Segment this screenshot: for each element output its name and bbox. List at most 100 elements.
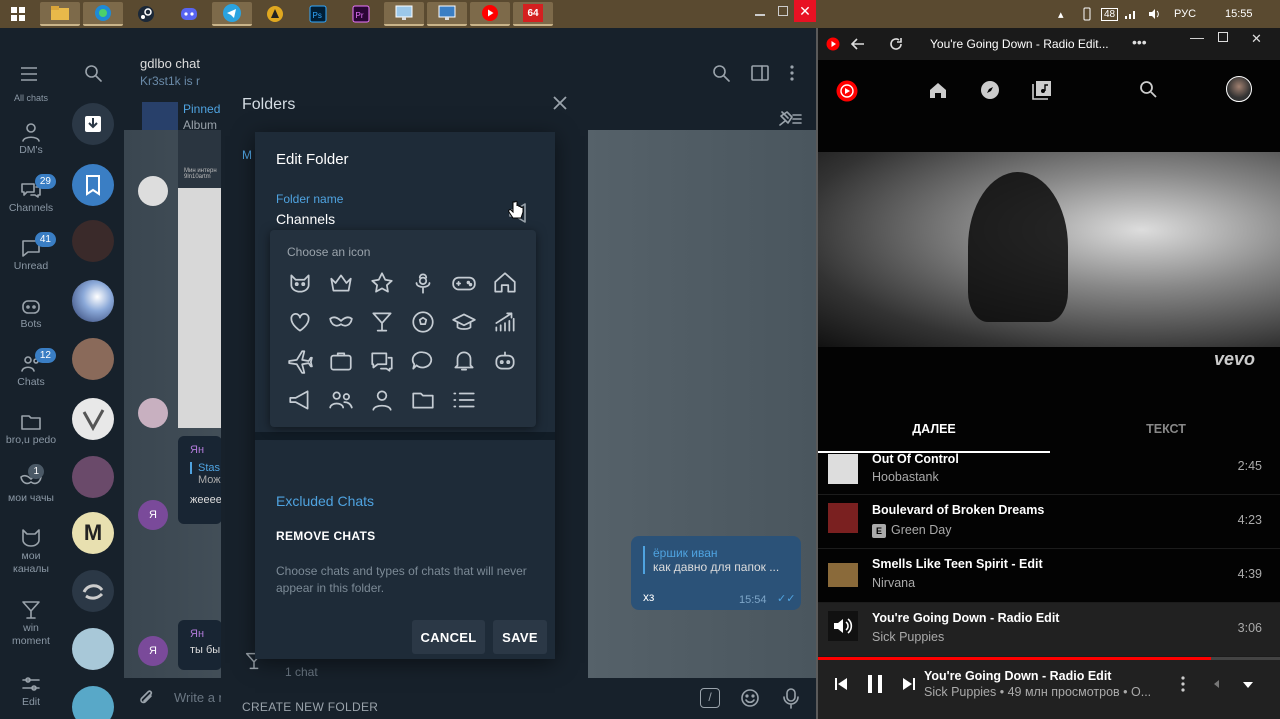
crown-icon[interactable]: [328, 270, 354, 296]
user-avatar[interactable]: Я: [138, 636, 168, 666]
chevron-down-icon[interactable]: [1242, 681, 1254, 689]
chat-avatar[interactable]: [72, 570, 114, 612]
more-vertical-icon[interactable]: [1180, 675, 1186, 693]
tray-volume-icon[interactable]: [1148, 0, 1162, 28]
window-minimize-button[interactable]: —: [1190, 29, 1204, 45]
create-new-folder-button[interactable]: CREATE NEW FOLDER: [242, 700, 378, 714]
folder-moi-chachy[interactable]: мои чачы 1: [0, 464, 62, 505]
ytmusic-logo-icon[interactable]: [836, 80, 858, 102]
folder-dms[interactable]: DM's: [0, 120, 62, 157]
saved-messages-avatar[interactable]: [72, 164, 114, 206]
user-avatar[interactable]: [138, 398, 168, 428]
bell-icon[interactable]: [451, 348, 477, 374]
taskbar-unknown-app[interactable]: [255, 2, 295, 26]
briefcase-icon[interactable]: [328, 348, 354, 374]
tray-battery[interactable]: 48: [1101, 0, 1119, 28]
next-track-icon[interactable]: [902, 677, 916, 691]
archive-avatar[interactable]: [72, 103, 114, 145]
windows-start-button[interactable]: [4, 2, 32, 26]
cocktail-icon[interactable]: [369, 309, 395, 335]
folder-unread[interactable]: Unread 41: [0, 232, 62, 273]
folder-bro-u-pedo[interactable]: bro,u pedo: [0, 410, 62, 447]
heart-icon[interactable]: [287, 309, 313, 335]
tray-chevron-icon[interactable]: ▴: [1058, 0, 1064, 28]
queue-item[interactable]: Out Of Control Hoobastank 2:45: [818, 452, 1280, 495]
progress-track[interactable]: [818, 657, 1280, 660]
taskbar-discord[interactable]: [169, 2, 209, 26]
more-vertical-icon[interactable]: [789, 64, 795, 82]
message-bubble[interactable]: Ян ты бы: [178, 620, 222, 670]
trend-chart-icon[interactable]: [492, 309, 518, 335]
gamepad-icon[interactable]: [451, 270, 477, 296]
window-close-button[interactable]: ✕: [794, 0, 816, 22]
taskbar-rdp-app[interactable]: [427, 2, 467, 26]
folder-chats[interactable]: Chats 12: [0, 348, 62, 389]
star-icon[interactable]: [369, 270, 395, 296]
tray-device-icon[interactable]: [1080, 0, 1094, 28]
search-icon[interactable]: [1139, 80, 1157, 98]
home-icon[interactable]: [492, 270, 518, 296]
home-icon[interactable]: [928, 80, 948, 100]
music-video[interactable]: [818, 152, 1280, 347]
megaphone-icon[interactable]: [287, 387, 313, 413]
flower-icon[interactable]: [410, 270, 436, 296]
taskbar-explorer[interactable]: [40, 2, 80, 26]
window-maximize-button[interactable]: [772, 0, 794, 22]
folder-channels[interactable]: Channels 29: [0, 174, 62, 215]
reload-icon[interactable]: [888, 36, 904, 52]
window-minimize-button[interactable]: [749, 0, 771, 22]
explore-compass-icon[interactable]: [980, 80, 1000, 100]
graduation-cap-icon[interactable]: [451, 309, 477, 335]
back-arrow-icon[interactable]: [850, 36, 866, 52]
user-avatar[interactable]: [138, 176, 168, 206]
taskbar-telegram[interactable]: [212, 2, 252, 26]
pause-icon[interactable]: [866, 674, 884, 694]
search-icon[interactable]: [712, 64, 730, 82]
remove-chats-button[interactable]: REMOVE CHATS: [276, 529, 375, 543]
folder-all-chats[interactable]: All chats: [0, 92, 62, 105]
tab-next[interactable]: ДАЛЕЕ: [818, 413, 1050, 453]
taskbar-premiere[interactable]: Pr: [341, 2, 381, 26]
pin-list-icon[interactable]: [778, 110, 802, 126]
taskbar-photoshop[interactable]: Ps: [298, 2, 338, 26]
close-icon[interactable]: [553, 96, 567, 110]
tray-signal-icon[interactable]: [1124, 0, 1138, 28]
sidebar-toggle-icon[interactable]: [751, 65, 769, 81]
speech-bubble-icon[interactable]: [410, 348, 436, 374]
more-horizontal-icon[interactable]: •••: [1132, 34, 1147, 50]
chats-icon[interactable]: [369, 348, 395, 374]
microphone-icon[interactable]: [782, 687, 800, 709]
taskbar-sixty-four-app[interactable]: 64: [513, 2, 553, 26]
bot-commands-icon[interactable]: /: [700, 688, 720, 708]
folder-icon[interactable]: [410, 387, 436, 413]
folder-moi-kanaly[interactable]: мои каналы: [0, 526, 62, 576]
chat-avatar[interactable]: [72, 456, 114, 498]
save-button[interactable]: SAVE: [493, 620, 547, 654]
queue-item[interactable]: Boulevard of Broken Dreams E Green Day 4…: [818, 495, 1280, 549]
search-icon[interactable]: [84, 64, 102, 82]
list-icon[interactable]: [451, 387, 477, 413]
folder-name-input[interactable]: Channels: [276, 211, 335, 227]
chat-avatar[interactable]: [72, 338, 114, 380]
cancel-button[interactable]: CANCEL: [412, 620, 485, 654]
attach-icon[interactable]: [138, 689, 156, 707]
folder-bots[interactable]: Bots: [0, 294, 62, 331]
emoji-icon[interactable]: [740, 688, 760, 708]
taskbar-steam[interactable]: [126, 2, 166, 26]
chat-title[interactable]: gdlbo chat: [140, 56, 200, 71]
user-avatar[interactable]: Я: [138, 500, 168, 530]
taskbar-edge[interactable]: [83, 2, 123, 26]
airplane-icon[interactable]: [287, 348, 313, 374]
group-icon[interactable]: [328, 387, 354, 413]
chat-avatar[interactable]: [72, 628, 114, 670]
previous-track-icon[interactable]: [834, 677, 848, 691]
bot-icon[interactable]: [492, 348, 518, 374]
message-bubble[interactable]: Ян Stas Мож жееее: [178, 436, 222, 524]
collapse-left-icon[interactable]: [1212, 679, 1220, 689]
window-maximize-button[interactable]: [1218, 32, 1228, 42]
cat-icon[interactable]: [287, 270, 313, 296]
queue-item[interactable]: Smells Like Teen Spirit - Edit Nirvana 4…: [818, 549, 1280, 603]
taskbar-ytmusic[interactable]: [470, 2, 510, 26]
taskbar-monitor-app[interactable]: [384, 2, 424, 26]
message-input[interactable]: Write a r: [174, 690, 223, 705]
